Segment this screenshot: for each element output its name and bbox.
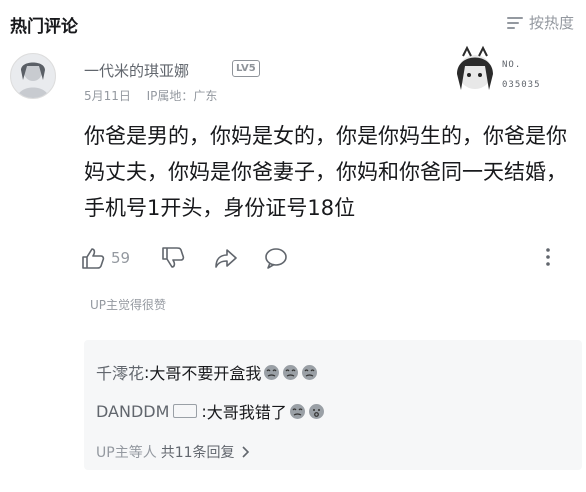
reply-item[interactable]: 千澪花 : 大哥不要开盒我 [96, 360, 318, 384]
section-title: 热门评论 [10, 17, 78, 37]
avatar[interactable] [10, 53, 56, 99]
crying-emoji-icon [302, 364, 318, 380]
vertical-dots-icon [546, 248, 550, 266]
dislike-button[interactable] [160, 246, 186, 270]
comment-username[interactable]: 一代米的琪亚娜 [84, 60, 189, 81]
like-count: 59 [111, 249, 131, 267]
reply-author[interactable]: DANDDM [96, 402, 169, 421]
user-level-badge: LV5 [232, 60, 260, 77]
thumbs-down-icon [162, 247, 185, 268]
chevron-right-icon [241, 446, 249, 458]
reply-count: 共11条回复 [160, 445, 235, 461]
sad-emoji-icon [308, 403, 324, 419]
sort-button[interactable]: 按热度 [506, 12, 574, 33]
crying-emoji-icon [289, 403, 305, 419]
reply-author[interactable]: 千澪花 [96, 360, 144, 384]
up-liked-label: UP主觉得很赞 [90, 298, 167, 312]
comment-meta: 5月11日 IP属地：广东 [84, 87, 217, 104]
share-button[interactable] [213, 246, 239, 270]
crying-emoji-icon [264, 364, 280, 380]
more-options-button[interactable] [544, 246, 552, 268]
fan-badge-no-label: NO. [502, 60, 522, 70]
reply-button[interactable] [263, 246, 289, 270]
crying-emoji-icon [283, 364, 299, 380]
view-all-replies-link[interactable]: UP主等人 共11条回复 [96, 442, 251, 462]
reply-level-badge [173, 404, 198, 418]
like-button[interactable]: 59 [80, 246, 130, 270]
comment-date: 5月11日 [84, 89, 131, 103]
sort-label: 按热度 [528, 14, 574, 32]
fan-badge-number: 035035 [502, 80, 541, 90]
share-arrow-icon [215, 249, 237, 268]
comment-ip: IP属地：广东 [146, 89, 218, 103]
comment-text: 你爸是男的，你妈是女的，你是你妈生的，你爸是你妈丈夫，你妈是你爸妻子，你妈和你爸… [84, 124, 567, 220]
reply-summary-prefix: UP主等人 [96, 445, 157, 461]
reply-item[interactable]: DANDDM : 大哥我错了 [96, 399, 325, 423]
reply-text: 大哥不要开盒我 [149, 364, 262, 383]
chat-bubble-icon [265, 248, 287, 269]
reply-text: 大哥我错了 [206, 403, 287, 422]
sort-list-icon [506, 16, 523, 30]
thumbs-up-icon [82, 248, 105, 269]
